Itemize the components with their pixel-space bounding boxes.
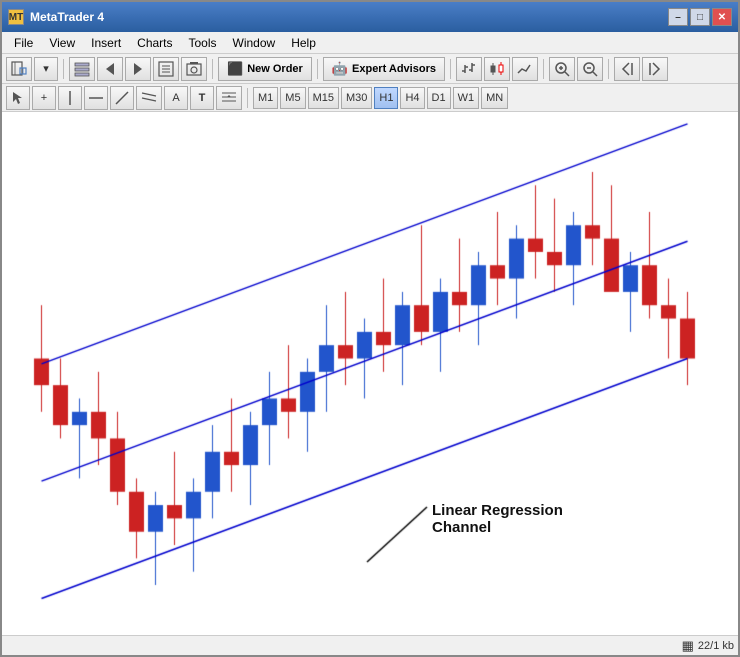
title-bar: MT MetaTrader 4 – □ ✕ [2, 2, 738, 32]
tf-m15[interactable]: M15 [308, 87, 339, 109]
menu-bar: File View Insert Charts Tools Window Hel… [2, 32, 738, 54]
status-info: 22/1 kb [698, 640, 734, 652]
title-controls: – □ ✕ [668, 8, 732, 26]
new-chart-button[interactable] [6, 57, 32, 81]
maximize-button[interactable]: □ [690, 8, 710, 26]
drawing-toolbar: + A T M1 M5 M15 M30 H1 H4 D1 W1 MN [2, 84, 738, 112]
menu-file[interactable]: File [6, 34, 41, 52]
new-order-button[interactable]: ⬛ New Order [218, 57, 312, 81]
chart-type-3[interactable] [512, 57, 538, 81]
menu-window[interactable]: Window [225, 34, 284, 52]
menu-help[interactable]: Help [283, 34, 324, 52]
tf-h4[interactable]: H4 [400, 87, 424, 109]
profiles-button[interactable] [69, 57, 95, 81]
forward-button[interactable] [125, 57, 151, 81]
scroll-left-button[interactable] [614, 57, 640, 81]
expert-advisors-button[interactable]: 🤖 Expert Advisors [323, 57, 445, 81]
vertical-line-tool[interactable] [58, 86, 82, 110]
scroll-right-button[interactable] [642, 57, 668, 81]
back-button[interactable] [97, 57, 123, 81]
app-icon: MT [8, 9, 24, 25]
tf-m30[interactable]: M30 [341, 87, 372, 109]
chart-type-1[interactable] [456, 57, 482, 81]
chart-type-2[interactable] [484, 57, 510, 81]
channel-tool[interactable] [136, 86, 162, 110]
tf-mn[interactable]: MN [481, 87, 508, 109]
fibonacci-tool[interactable] [216, 86, 242, 110]
separator-5 [543, 59, 544, 79]
expert-icon: 🤖 [332, 61, 348, 77]
menu-view[interactable]: View [41, 34, 83, 52]
text-tool[interactable]: A [164, 86, 188, 110]
minimize-button[interactable]: – [668, 8, 688, 26]
close-button[interactable]: ✕ [712, 8, 732, 26]
zoom-out-button[interactable] [577, 57, 603, 81]
cursor-tool[interactable] [6, 86, 30, 110]
grid-icon: ▦ [682, 638, 694, 654]
screenshot-button[interactable] [181, 57, 207, 81]
zoom-in-button[interactable] [549, 57, 575, 81]
tf-d1[interactable]: D1 [427, 87, 451, 109]
tf-w1[interactable]: W1 [453, 87, 480, 109]
symbols-button[interactable] [153, 57, 179, 81]
trend-line-tool[interactable] [110, 86, 134, 110]
separator-1 [63, 59, 64, 79]
status-right: ▦ 22/1 kb [682, 638, 734, 654]
menu-insert[interactable]: Insert [83, 34, 129, 52]
new-order-icon: ⬛ [227, 61, 243, 77]
separator-6 [608, 59, 609, 79]
menu-charts[interactable]: Charts [129, 34, 180, 52]
label-tool[interactable]: T [190, 86, 214, 110]
main-window: MT MetaTrader 4 – □ ✕ File View Insert C… [0, 0, 740, 657]
tf-m5[interactable]: M5 [280, 87, 305, 109]
chart-area[interactable]: Linear RegressionChannel [2, 112, 738, 635]
separator-4 [450, 59, 451, 79]
price-chart [2, 112, 738, 635]
status-bar: ▦ 22/1 kb [2, 635, 738, 655]
dropdown-arrow[interactable]: ▾ [34, 57, 58, 81]
separator-t1 [247, 88, 248, 108]
separator-3 [317, 59, 318, 79]
window-title: MetaTrader 4 [30, 10, 668, 24]
tf-m1[interactable]: M1 [253, 87, 278, 109]
horizontal-line-tool[interactable] [84, 86, 108, 110]
tf-h1[interactable]: H1 [374, 87, 398, 109]
menu-tools[interactable]: Tools [181, 34, 225, 52]
main-toolbar: ▾ ⬛ New Order 🤖 Expert Advisors [2, 54, 738, 84]
separator-2 [212, 59, 213, 79]
crosshair-tool[interactable]: + [32, 86, 56, 110]
